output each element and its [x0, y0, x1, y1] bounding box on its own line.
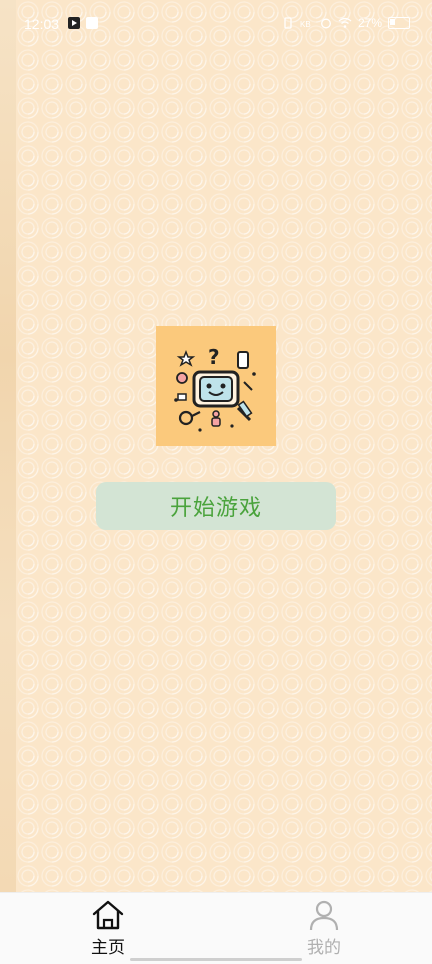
alarm-icon — [321, 18, 331, 29]
app-screen: 12:03 KB 27% ? 开始游戏 主页 我的 — [0, 0, 432, 964]
vibrate-icon — [284, 17, 292, 29]
gesture-bar[interactable] — [130, 958, 302, 961]
nav-label-home: 主页 — [91, 938, 125, 958]
svg-text:?: ? — [208, 345, 220, 369]
data-speed-icon: KB — [300, 20, 311, 29]
app-logo: ? — [156, 326, 276, 446]
wifi-icon — [338, 17, 352, 28]
status-system-icons: KB 27% — [282, 16, 410, 30]
nav-item-mine[interactable]: 我的 — [284, 899, 364, 958]
bottom-navigation: 主页 我的 — [0, 892, 432, 964]
start-game-button[interactable]: 开始游戏 — [96, 482, 336, 530]
status-notification-icons — [68, 17, 98, 29]
nav-label-mine: 我的 — [307, 938, 341, 958]
battery-percent: 27% — [357, 16, 382, 30]
person-icon — [309, 900, 339, 931]
nav-item-home[interactable]: 主页 — [68, 899, 148, 958]
mail-icon — [86, 17, 98, 29]
status-time: 12:03 — [24, 16, 60, 32]
media-play-icon — [68, 17, 80, 29]
left-edge-strip — [0, 0, 16, 892]
wave-pattern-background — [16, 0, 432, 892]
home-icon — [92, 900, 124, 930]
status-bar: 12:03 KB 27% — [0, 0, 432, 52]
game-robot-logo-icon: ? — [156, 326, 276, 446]
svg-text:KB: KB — [300, 20, 311, 29]
battery-icon — [388, 17, 410, 29]
